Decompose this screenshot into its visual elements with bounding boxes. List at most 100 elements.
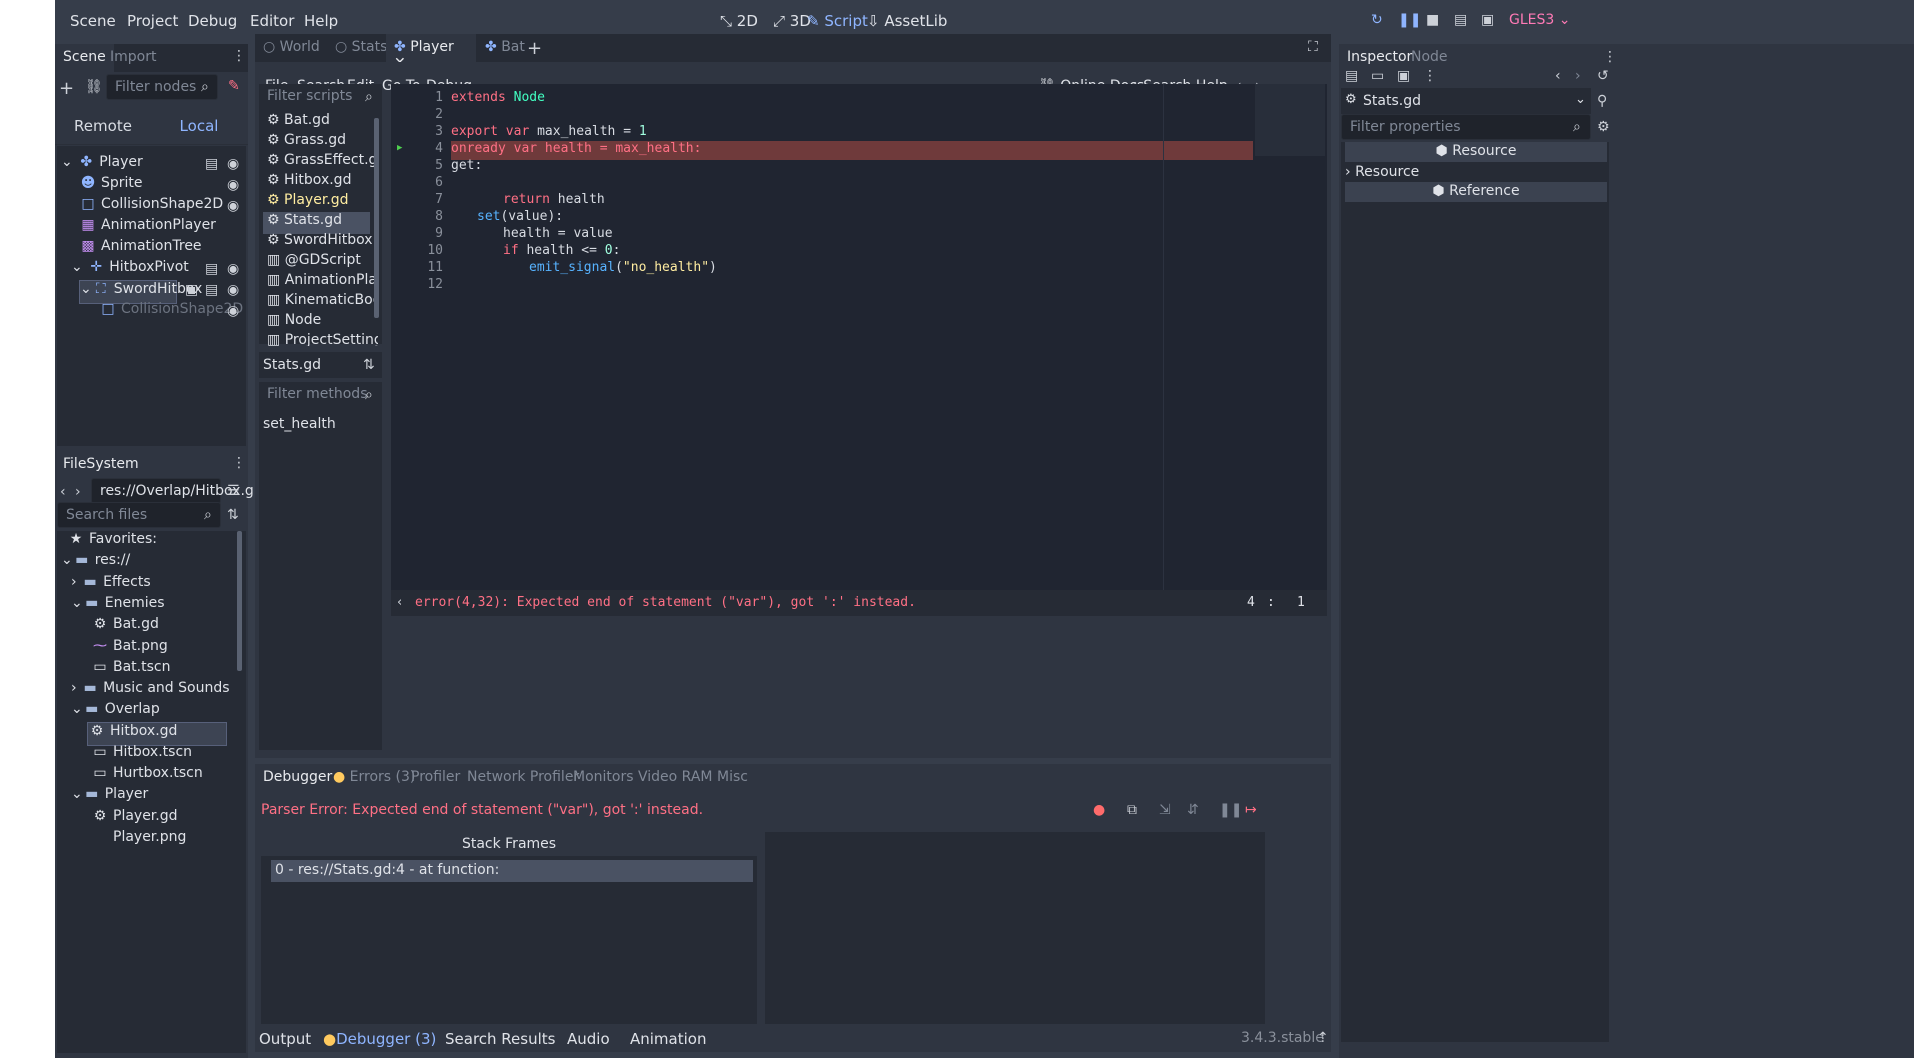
doc-item-kinematicbody2d[interactable]: ▥ KinematicBody2D (263, 292, 378, 314)
sort-icon[interactable]: ⇅ (227, 507, 239, 523)
add-tab-icon[interactable]: + (527, 38, 542, 59)
forward-icon[interactable]: › (75, 484, 81, 500)
script-item-hitbox[interactable]: ⚙ Hitbox.gd (263, 172, 378, 194)
fullscreen-icon[interactable]: ⛶ (1308, 39, 1318, 55)
stack-frame-row[interactable]: 0 - res://Stats.gd:4 - at function: (271, 860, 753, 882)
file-item-res[interactable]: ⌄ ▬ res:// (61, 552, 130, 576)
tab-player[interactable]: ✤ Player ✕ (386, 34, 476, 71)
tree-node-collisionshape2d-child[interactable]: □ CollisionShape2D (99, 301, 243, 325)
stop-icon[interactable]: ■ (1426, 12, 1439, 28)
doc-item-animationplayer[interactable]: ▥ AnimationPlayer (263, 272, 378, 294)
record-icon[interactable]: ● (1093, 802, 1105, 818)
filter-properties-input[interactable]: Filter properties (1341, 114, 1591, 140)
section-reference[interactable]: ⬢ Reference (1345, 182, 1607, 202)
reload-icon[interactable]: ↻ (1371, 12, 1383, 28)
tab-output[interactable]: Output (259, 1030, 311, 1048)
script-icon[interactable]: ▤ (205, 261, 218, 277)
menu-editor[interactable]: Editor (250, 12, 294, 30)
minimap[interactable] (1255, 84, 1325, 156)
forward-icon[interactable]: › (1575, 68, 1581, 84)
save-icon[interactable]: ▣ (1397, 68, 1410, 84)
add-node-icon[interactable]: + (59, 78, 74, 99)
history-icon[interactable]: ↺ (1597, 68, 1609, 84)
error-status-text[interactable]: error(4,32): Expected end of statement (… (415, 595, 916, 610)
sort-icon[interactable]: ⇅ (363, 357, 375, 373)
object-properties-icon[interactable]: ⚲ (1597, 93, 1607, 109)
doc-item-projectsettings[interactable]: ▥ ProjectSettings (263, 332, 378, 346)
play-custom-icon[interactable]: ▣ (1481, 12, 1494, 28)
scrollbar[interactable] (374, 118, 379, 318)
script-icon[interactable]: ▤ (205, 282, 218, 298)
filesystem-path-input[interactable]: res://Overlap/Hitbox.g (91, 478, 254, 504)
settings-icon[interactable]: ⚙ (1597, 119, 1610, 135)
mode-script-button[interactable]: ✎ Script (807, 12, 868, 30)
more-vert-icon[interactable]: ⋮ (1603, 49, 1617, 65)
file-item-player-png[interactable]: Player.png (91, 829, 186, 853)
local-button[interactable]: Local (151, 112, 247, 140)
eye-icon[interactable]: ◉ (227, 177, 239, 193)
tab-animation[interactable]: Animation (630, 1030, 706, 1048)
continue-icon[interactable]: ↦ (1245, 802, 1257, 818)
tab-debugger-bottom[interactable]: ●Debugger (3) (323, 1030, 436, 1048)
subsection-resource[interactable]: › Resource (1345, 164, 1419, 180)
script-item-grass[interactable]: ⚙ Grass.gd (263, 132, 378, 154)
open-folder-icon[interactable]: ▭ (1371, 68, 1384, 84)
script-icon[interactable]: ▤ (205, 156, 218, 172)
step-into-icon[interactable]: ⇲ (1159, 802, 1171, 818)
back-icon[interactable]: ‹ (397, 595, 402, 610)
doc-item-node[interactable]: ▥ Node (263, 312, 378, 334)
eye-icon[interactable]: ◉ (227, 261, 239, 277)
method-item[interactable]: set_health (259, 416, 378, 438)
break-icon[interactable]: ❚❚ (1219, 802, 1242, 818)
menu-help[interactable]: Help (304, 12, 338, 30)
tab-search-results[interactable]: Search Results (445, 1030, 555, 1048)
tab-import[interactable]: Import (102, 44, 164, 72)
resource-selector[interactable]: ⚙ Stats.gd ⌄ (1341, 88, 1591, 114)
menu-project[interactable]: Project (127, 12, 178, 30)
expand-panel-icon[interactable]: ⇡ (1317, 1030, 1329, 1046)
link-icon[interactable]: ⛓ (85, 79, 103, 95)
pause-icon[interactable]: ❚❚ (1398, 12, 1421, 28)
mode-2d-button[interactable]: ⤡ 2D (720, 12, 758, 30)
mode-assetlib-button[interactable]: ⇩ AssetLib (867, 12, 947, 30)
more-vert-icon[interactable]: ⋮ (232, 455, 246, 471)
script-remove-icon[interactable]: ✎ (228, 78, 240, 94)
menu-debug[interactable]: Debug (188, 12, 237, 30)
script-item-grasseffect[interactable]: ⚙ GrassEffect.gd (263, 152, 378, 174)
copy-icon[interactable]: ⧉ (1127, 802, 1137, 818)
tab-world[interactable]: ○ World (255, 34, 328, 62)
tab-filesystem[interactable]: FileSystem (55, 451, 147, 479)
menu-scene[interactable]: Scene (70, 12, 116, 30)
eye-icon[interactable]: ◉ (227, 198, 239, 214)
mode-3d-button[interactable]: ⤢ 3D (773, 12, 811, 30)
filter-methods-input[interactable]: Filter methods (259, 382, 382, 408)
script-item-bat[interactable]: ⚙ Bat.gd (263, 112, 378, 134)
file-item-hitbox-gd[interactable]: ⚙ Hitbox.gd (87, 722, 227, 746)
play-scene-icon[interactable]: ▤ (1454, 12, 1467, 28)
eye-icon[interactable]: ◉ (227, 156, 239, 172)
section-resource[interactable]: ⬢ Resource (1345, 142, 1607, 162)
tab-bat[interactable]: ✤ Bat (477, 34, 533, 62)
eye-icon[interactable]: ◉ (227, 303, 239, 319)
filter-scripts-input[interactable]: Filter scripts (259, 84, 382, 110)
more-vert-icon[interactable]: ⋮ (1423, 68, 1437, 84)
code-editor[interactable]: 1 2 3 4 5 6 7 8 9 10 11 12 ▶ extends Nod… (391, 84, 1327, 590)
remote-button[interactable]: Remote (55, 112, 151, 140)
scrollbar[interactable] (237, 531, 242, 671)
back-icon[interactable]: ‹ (60, 484, 66, 500)
script-item-swordhitbox[interactable]: ⚙ SwordHitbox.gd (263, 232, 378, 254)
renderer-select[interactable]: GLES3 ⌄ (1509, 12, 1570, 28)
clapper-icon[interactable]: ▣ (185, 282, 198, 298)
file-item-bat-gd[interactable]: ⚙ Bat.gd (91, 616, 159, 640)
doc-item-gdscript[interactable]: ▥ @GDScript (263, 252, 378, 274)
eye-icon[interactable]: ◉ (227, 282, 239, 298)
view-toggle-icon[interactable]: ☰ (227, 483, 240, 499)
script-item-stats[interactable]: ⚙ Stats.gd (263, 212, 370, 234)
search-files-input[interactable]: Search files (57, 502, 221, 528)
back-icon[interactable]: ‹ (1555, 68, 1561, 84)
file-item-player-folder[interactable]: ⌄ ▬ Player (71, 786, 148, 810)
script-item-player[interactable]: ⚙ Player.gd (263, 192, 378, 214)
tab-video-ram[interactable]: Video RAM (630, 764, 721, 792)
tab-misc[interactable]: Misc (709, 764, 756, 792)
more-vert-icon[interactable]: ⋮ (232, 48, 246, 64)
